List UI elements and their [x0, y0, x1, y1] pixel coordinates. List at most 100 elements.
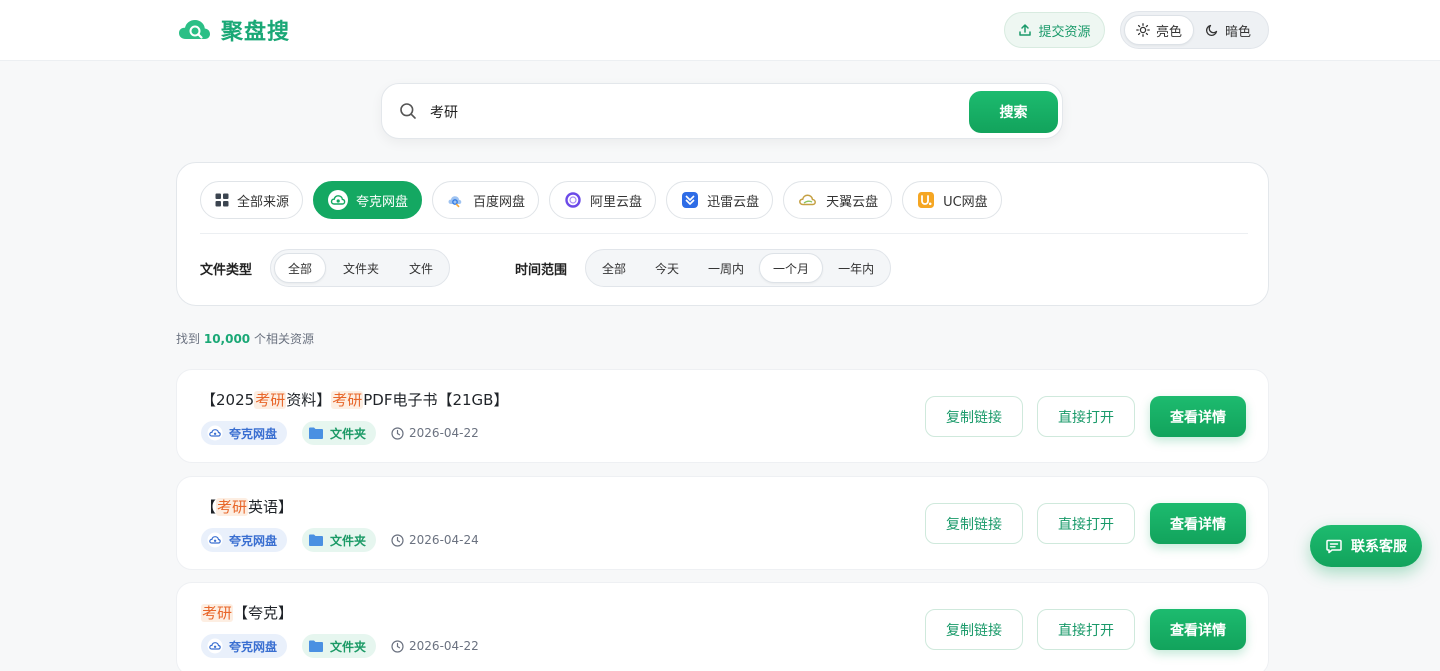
result-count-number: 10,000 — [203, 332, 251, 346]
time-range-option-week[interactable]: 一周内 — [695, 253, 757, 283]
file-type-option-folder[interactable]: 文件夹 — [328, 253, 394, 283]
logo[interactable]: 聚盘搜 — [178, 14, 290, 46]
copy-link-button[interactable]: 复制链接 — [925, 503, 1023, 544]
chat-icon — [1325, 537, 1343, 555]
source-chip-xunlei[interactable]: 迅雷云盘 — [666, 181, 774, 219]
source-chip-label: 迅雷云盘 — [707, 194, 760, 210]
source-chip-label: 天翼云盘 — [826, 194, 879, 210]
theme-light-option[interactable]: 亮色 — [1124, 15, 1195, 45]
result-date-text: 2026-04-24 — [409, 533, 479, 547]
quark-cloud-icon — [207, 532, 223, 548]
source-tag: 夸克网盘 — [201, 528, 288, 552]
uc-pan-icon — [917, 191, 935, 209]
search-button[interactable]: 搜索 — [969, 91, 1058, 133]
quark-cloud-icon — [207, 425, 223, 441]
type-tag-label: 文件夹 — [330, 639, 367, 654]
source-chip-label: 百度网盘 — [473, 194, 526, 210]
copy-link-button[interactable]: 复制链接 — [925, 396, 1023, 437]
source-tag-label: 夸克网盘 — [229, 639, 278, 654]
theme-switch: 亮色 暗色 — [1120, 11, 1269, 49]
tianyi-cloud-icon — [798, 191, 818, 209]
theme-dark-label: 暗色 — [1225, 24, 1252, 40]
result-count-prefix: 找到 — [176, 332, 201, 346]
source-chip-baidu[interactable]: 百度网盘 — [432, 181, 540, 219]
keyword-highlight: 考研 — [331, 391, 364, 409]
folder-icon — [308, 639, 324, 653]
title-text: 资料】 — [286, 391, 332, 409]
time-range-option-all[interactable]: 全部 — [589, 253, 639, 283]
clock-icon — [391, 533, 404, 547]
copy-link-button[interactable]: 复制链接 — [925, 609, 1023, 650]
sun-icon — [1136, 23, 1150, 37]
source-chip-aliyun[interactable]: 阿里云盘 — [549, 181, 657, 219]
result-card: 【2025考研资料】考研PDF电子书【21GB】 夸克网盘 文件夹 2026-0… — [176, 369, 1269, 463]
source-chip-label: 全部来源 — [237, 194, 290, 210]
time-range-option-today[interactable]: 今天 — [641, 253, 693, 283]
clock-icon — [391, 426, 404, 440]
file-type-option-all[interactable]: 全部 — [274, 253, 327, 283]
source-chip-label: UC网盘 — [943, 194, 988, 210]
file-type-label: 文件类型 — [200, 263, 253, 278]
result-date: 2026-04-22 — [391, 426, 479, 440]
result-date-text: 2026-04-22 — [409, 639, 479, 653]
source-tag: 夸克网盘 — [201, 634, 288, 658]
submit-resource-button[interactable]: 提交资源 — [1004, 12, 1105, 48]
theme-light-label: 亮色 — [1156, 24, 1183, 40]
result-title[interactable]: 考研【夸克】 — [201, 602, 293, 623]
quark-cloud-icon — [207, 638, 223, 654]
view-detail-button[interactable]: 查看详情 — [1150, 503, 1246, 544]
contact-support-label: 联系客服 — [1351, 539, 1407, 555]
type-tag-label: 文件夹 — [330, 533, 367, 548]
type-tag: 文件夹 — [302, 421, 377, 445]
time-range-option-month[interactable]: 一个月 — [759, 253, 824, 283]
result-date-text: 2026-04-22 — [409, 426, 479, 440]
quark-cloud-icon — [328, 190, 349, 210]
title-text: 【2025 — [201, 391, 255, 409]
xunlei-icon — [681, 191, 699, 209]
type-tag: 文件夹 — [302, 634, 377, 658]
view-detail-button[interactable]: 查看详情 — [1150, 396, 1246, 437]
type-tag: 文件夹 — [302, 528, 377, 552]
logo-text: 聚盘搜 — [221, 20, 291, 45]
result-date: 2026-04-24 — [391, 533, 479, 547]
keyword-highlight: 考研 — [254, 391, 287, 409]
result-title[interactable]: 【考研英语】 — [201, 496, 293, 517]
folder-icon — [308, 533, 324, 547]
result-meta: 夸克网盘 文件夹 2026-04-22 — [201, 421, 479, 445]
source-chip-uc[interactable]: UC网盘 — [902, 181, 1002, 219]
time-range-option-year[interactable]: 一年内 — [825, 253, 887, 283]
title-text: 【夸克】 — [233, 604, 294, 622]
open-direct-button[interactable]: 直接打开 — [1037, 503, 1135, 544]
source-chip-quark[interactable]: 夸克网盘 — [313, 181, 423, 219]
result-count: 找到 10,000 个相关资源 — [176, 330, 314, 347]
open-direct-button[interactable]: 直接打开 — [1037, 609, 1135, 650]
result-title[interactable]: 【2025考研资料】考研PDF电子书【21GB】 — [201, 389, 508, 410]
file-type-option-file[interactable]: 文件 — [396, 253, 446, 283]
grid-icon — [215, 193, 229, 207]
file-type-segment: 全部 文件夹 文件 — [270, 249, 451, 287]
contact-support-button[interactable]: 联系客服 — [1310, 525, 1422, 567]
result-meta: 夸克网盘 文件夹 2026-04-24 — [201, 528, 479, 552]
theme-dark-option[interactable]: 暗色 — [1194, 15, 1262, 45]
search-input[interactable] — [430, 96, 950, 128]
view-detail-button[interactable]: 查看详情 — [1150, 609, 1246, 650]
result-date: 2026-04-22 — [391, 639, 479, 653]
result-card: 考研【夸克】 夸克网盘 文件夹 2026-04-22 复制链接 直接打开 查看详… — [176, 582, 1269, 671]
title-text: 【 — [201, 498, 217, 516]
keyword-highlight: 考研 — [201, 604, 234, 622]
source-chip-all[interactable]: 全部来源 — [200, 181, 304, 219]
title-text: PDF电子书【21GB】 — [363, 391, 509, 409]
source-chip-label: 阿里云盘 — [590, 194, 643, 210]
search-box: 搜索 — [381, 83, 1063, 139]
search-icon — [399, 102, 417, 120]
clock-icon — [391, 639, 404, 653]
cloud-search-logo-icon — [178, 18, 211, 42]
open-direct-button[interactable]: 直接打开 — [1037, 396, 1135, 437]
submit-resource-label: 提交资源 — [1038, 24, 1091, 40]
source-tag-label: 夸克网盘 — [229, 426, 278, 441]
baidu-pan-icon — [447, 191, 465, 209]
moon-icon — [1205, 23, 1219, 37]
source-chip-tianyi[interactable]: 天翼云盘 — [783, 181, 893, 219]
filter-divider — [200, 233, 1248, 234]
keyword-highlight: 考研 — [216, 498, 249, 516]
